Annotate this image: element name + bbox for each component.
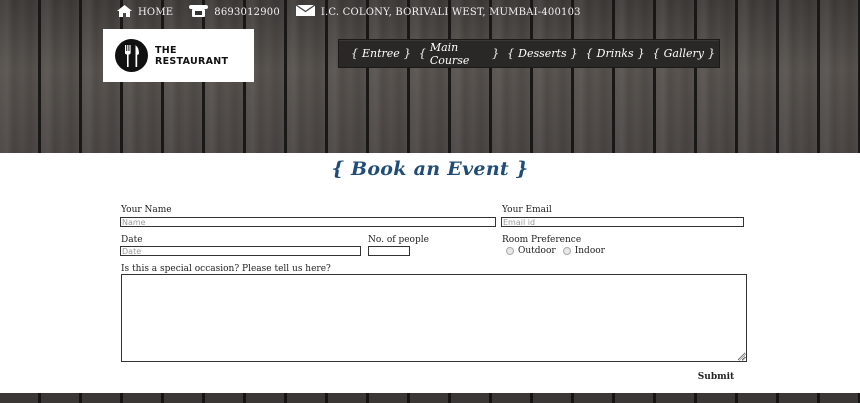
main-nav: { Entree } { Main Course } { Desserts } … <box>338 39 720 68</box>
home-label: HOME <box>138 6 174 18</box>
email-label: Your Email <box>502 205 552 215</box>
phone-icon <box>189 4 209 20</box>
home-icon <box>117 4 132 20</box>
indoor-label: Indoor <box>574 246 605 256</box>
date-label: Date <box>121 235 143 245</box>
fork-knife-icon <box>115 39 148 72</box>
logo-line-1: THE <box>155 44 177 56</box>
logo-line-2: RESTAURANT <box>155 55 229 67</box>
occasion-label: Is this a special occasion? Please tell … <box>121 264 331 274</box>
email-input[interactable] <box>501 217 744 227</box>
indoor-radio[interactable] <box>562 247 571 255</box>
phone-info: 8693012900 <box>189 4 280 20</box>
nav-item-drinks[interactable]: Drinks <box>597 47 634 60</box>
room-preference-group: Outdoor Indoor <box>506 246 612 256</box>
wood-footer-background <box>0 393 860 403</box>
mail-icon <box>295 4 316 19</box>
address-info: I.C. COLONY, BORIVALI WEST, MUMBAI-40010… <box>295 4 581 19</box>
restaurant-logo[interactable]: THE RESTAURANT <box>103 29 254 82</box>
page-title: { Book an Event } <box>331 158 529 180</box>
phone-number: 8693012900 <box>214 6 280 18</box>
nav-item-desserts[interactable]: Desserts <box>518 47 566 60</box>
outdoor-label: Outdoor <box>518 246 556 256</box>
submit-button[interactable]: Submit <box>693 370 739 384</box>
outdoor-radio[interactable] <box>506 247 514 255</box>
home-link[interactable]: HOME <box>117 4 174 20</box>
nav-item-entree[interactable]: Entree <box>362 47 400 60</box>
address-text: I.C. COLONY, BORIVALI WEST, MUMBAI-40010… <box>320 6 581 18</box>
name-label: Your Name <box>121 205 172 215</box>
people-input[interactable] <box>368 246 410 256</box>
occasion-textarea[interactable] <box>121 274 747 362</box>
nav-item-gallery[interactable]: Gallery <box>664 47 704 60</box>
indoor-option[interactable]: Indoor <box>562 246 605 256</box>
resize-handle-icon[interactable] <box>739 354 746 361</box>
nav-item-main-course[interactable]: Main Course <box>430 41 488 67</box>
room-preference-label: Room Preference <box>502 235 582 245</box>
contact-bar: HOME 8693012900 I.C. COLONY, BORIVALI WE… <box>117 4 597 20</box>
date-input[interactable] <box>120 246 361 256</box>
outdoor-option[interactable]: Outdoor <box>506 246 556 256</box>
people-label: No. of people <box>368 235 429 245</box>
name-input[interactable] <box>120 217 496 227</box>
